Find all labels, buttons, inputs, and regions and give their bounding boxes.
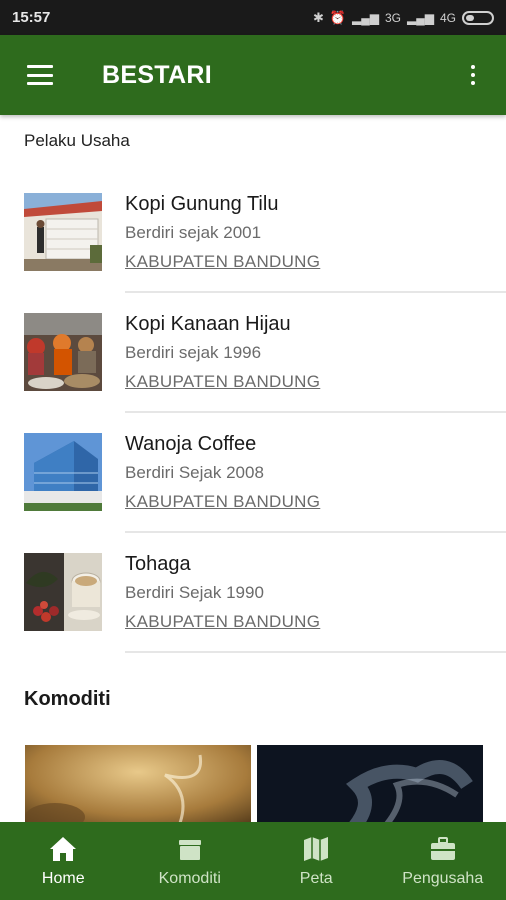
nav-komoditi-label: Komoditi bbox=[158, 870, 221, 887]
list-divider bbox=[125, 291, 506, 293]
nav-home-label: Home bbox=[41, 870, 85, 887]
map-icon bbox=[304, 837, 329, 861]
nav-komoditi[interactable]: Komoditi bbox=[127, 822, 254, 900]
menu-button[interactable] bbox=[0, 35, 80, 115]
business-name: Kopi Kanaan Hijau bbox=[125, 313, 291, 335]
business-founded: Berdiri Sejak 1990 bbox=[125, 583, 264, 602]
network-label-2: 4G bbox=[439, 10, 456, 25]
business-name: Tohaga bbox=[125, 553, 191, 575]
business-list-item[interactable]: Kopi Kanaan Hijau Berdiri sejak 1996 KAB… bbox=[0, 313, 506, 433]
nav-pengusaha-label: Pengusaha bbox=[402, 870, 484, 887]
business-list-item[interactable]: Wanoja Coffee Berdiri Sejak 2008 KABUPAT… bbox=[0, 433, 506, 553]
business-list-item[interactable]: Kopi Gunung Tilu Berdiri sejak 2001 KABU… bbox=[0, 193, 506, 313]
main-content[interactable]: Pelaku Usaha Kopi Gunung Tilu Berdiri se… bbox=[0, 115, 506, 822]
home-icon bbox=[50, 837, 77, 861]
overflow-dot bbox=[471, 65, 475, 69]
pelaku-usaha-heading: Pelaku Usaha bbox=[24, 131, 130, 150]
business-founded: Berdiri sejak 1996 bbox=[125, 343, 262, 362]
briefcase-icon bbox=[430, 837, 455, 860]
business-thumbnail bbox=[24, 433, 102, 511]
komoditi-heading: Komoditi bbox=[24, 688, 111, 710]
business-thumbnail bbox=[24, 313, 102, 391]
business-region-link[interactable]: KABUPATEN BANDUNG bbox=[125, 612, 320, 632]
app-title: BESTARI bbox=[102, 60, 212, 89]
app-bar: BESTARI bbox=[0, 35, 506, 115]
list-divider bbox=[125, 531, 506, 533]
box-icon bbox=[178, 840, 201, 860]
network-label-1: 3G bbox=[385, 10, 402, 25]
business-name: Wanoja Coffee bbox=[125, 433, 257, 455]
list-divider bbox=[125, 411, 506, 413]
komoditi-card[interactable] bbox=[257, 745, 483, 822]
hamburger-icon bbox=[27, 65, 53, 85]
nav-home[interactable]: Home bbox=[0, 822, 127, 900]
komoditi-card[interactable] bbox=[25, 745, 251, 822]
status-icons: ✱ ⏰ ▂▄▆ 3G ▂▄▆ 4G bbox=[313, 10, 494, 26]
bottom-navigation: Home Komoditi Peta Pengusaha bbox=[0, 822, 506, 900]
alarm-icon: ⏰ bbox=[329, 9, 347, 25]
business-region-link[interactable]: KABUPATEN BANDUNG bbox=[125, 252, 320, 272]
signal-icon: ▂▄▆ bbox=[407, 10, 434, 25]
business-region-link[interactable]: KABUPATEN BANDUNG bbox=[125, 372, 320, 392]
business-list-item[interactable]: Tohaga Berdiri Sejak 1990 KABUPATEN BAND… bbox=[0, 553, 506, 673]
business-founded: Berdiri sejak 2001 bbox=[125, 223, 262, 242]
business-thumbnail bbox=[24, 193, 102, 271]
business-thumbnail bbox=[24, 553, 102, 631]
more-options-button[interactable] bbox=[458, 60, 488, 90]
list-divider bbox=[125, 651, 506, 653]
nav-peta[interactable]: Peta bbox=[253, 822, 380, 900]
battery-icon bbox=[462, 10, 494, 25]
overflow-dot bbox=[471, 81, 475, 85]
nav-pengusaha[interactable]: Pengusaha bbox=[380, 822, 506, 900]
signal-icon: ▂▄▆ bbox=[352, 10, 379, 25]
business-region-link[interactable]: KABUPATEN BANDUNG bbox=[125, 492, 320, 512]
business-founded: Berdiri Sejak 2008 bbox=[125, 463, 264, 482]
overflow-dot bbox=[471, 73, 475, 77]
business-name: Kopi Gunung Tilu bbox=[125, 193, 279, 215]
bluetooth-icon: ✱ bbox=[312, 9, 324, 25]
status-time: 15:57 bbox=[12, 9, 51, 26]
status-bar: 15:57 ✱ ⏰ ▂▄▆ 3G ▂▄▆ 4G bbox=[0, 0, 506, 35]
nav-peta-label: Peta bbox=[299, 870, 333, 887]
